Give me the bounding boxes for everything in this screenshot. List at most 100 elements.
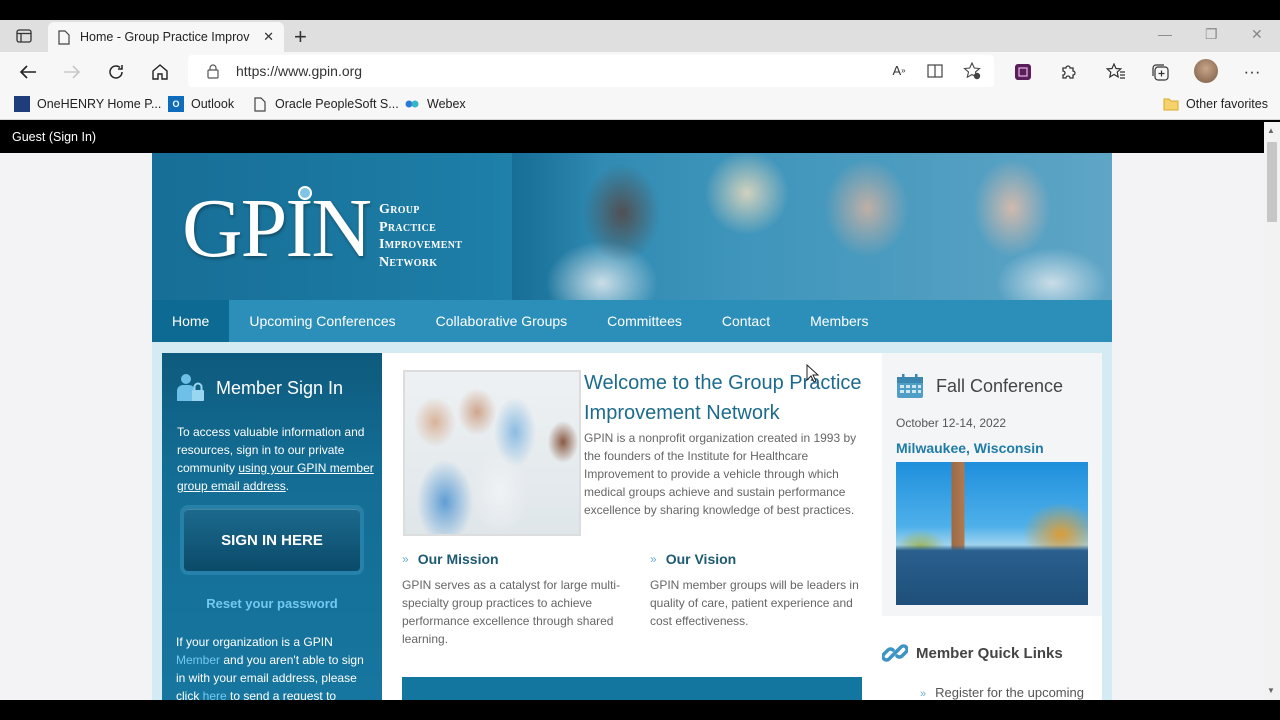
page-icon (58, 29, 70, 45)
navigation-bar: https://www.gpin.org A» ··· (0, 52, 1280, 90)
bookmark-label: Webex (427, 97, 466, 111)
conference-location-link[interactable]: Milwaukee, Wisconsin (896, 440, 1044, 456)
tab-title: Home - Group Practice Improve (80, 30, 250, 44)
mouse-cursor (806, 363, 820, 389)
other-favorites[interactable]: Other favorites (1163, 96, 1268, 112)
forward-icon[interactable] (61, 61, 83, 83)
quick-link-item[interactable]: » Register for the upcoming (920, 685, 1084, 700)
banner-photo (512, 153, 1112, 300)
member-lock-icon (177, 374, 204, 401)
medical-team-photo (403, 370, 581, 536)
url-text[interactable]: https://www.gpin.org (236, 63, 362, 79)
taskbar-edge (0, 700, 1280, 720)
close-window-button[interactable]: ✕ (1251, 26, 1263, 43)
member-quick-links: Member Quick Links » Register for the upc… (882, 616, 1102, 700)
conference-title: Fall Conference (936, 375, 1064, 396)
milwaukee-photo[interactable] (896, 462, 1088, 605)
blue-section-bar (402, 677, 862, 700)
bookmark-onehenry[interactable]: OneHENRY Home P... (14, 96, 161, 112)
note-text: If your organization is a GPIN (176, 635, 333, 649)
sign-in-title: Member Sign In (216, 377, 344, 398)
chevron-right-icon: » (650, 552, 657, 566)
page-viewport: Guest (Sign In) GPIN Group Practice Impr… (0, 122, 1264, 700)
menu-item-collaborative-groups[interactable]: Collaborative Groups (416, 300, 588, 342)
bookmark-label: OneHENRY Home P... (37, 97, 162, 111)
lock-icon[interactable] (206, 63, 220, 84)
here-link[interactable]: here (203, 689, 227, 700)
address-bar[interactable]: https://www.gpin.org A» (188, 55, 994, 87)
sign-in-header: Member Sign In (176, 373, 343, 403)
refresh-icon[interactable] (105, 61, 127, 83)
vision-title: Our Vision (665, 551, 737, 567)
welcome-text: GPIN is a nonprofit organization created… (584, 431, 857, 517)
restore-button[interactable]: ❐ (1205, 26, 1218, 43)
conference-header: Fall Conference (896, 373, 1063, 399)
menu-item-members[interactable]: Members (790, 300, 888, 342)
chevron-right-icon: » (920, 688, 927, 700)
member-link[interactable]: Member (176, 653, 220, 667)
sign-in-here-button[interactable]: SIGN IN HERE (184, 509, 360, 571)
menu-item-upcoming-conferences[interactable]: Upcoming Conferences (229, 300, 415, 342)
more-options-icon[interactable]: ··· (1241, 61, 1263, 83)
home-icon[interactable] (149, 61, 171, 83)
extensions-icon[interactable] (1057, 61, 1079, 83)
new-tab-button[interactable]: + (294, 24, 307, 50)
minimize-button[interactable]: — (1158, 26, 1172, 42)
quick-links-title: Member Quick Links (916, 644, 1063, 662)
reset-password-link[interactable]: Reset your password (162, 596, 382, 611)
bookmark-outlook[interactable]: O Outlook (168, 96, 234, 112)
link-icon (882, 644, 908, 662)
scrollbar-thumb[interactable] (1267, 142, 1277, 222)
member-sign-in-panel: Member Sign In To access valuable inform… (162, 353, 382, 700)
guest-bar: Guest (Sign In) (0, 122, 1264, 153)
bookmark-oracle-peoplesoft[interactable]: Oracle PeopleSoft S... (252, 96, 399, 112)
webex-icon (404, 96, 420, 112)
logo-line: Improvement (379, 237, 463, 252)
page-icon (252, 96, 268, 112)
browser-tab[interactable]: Home - Group Practice Improve ✕ (48, 22, 284, 52)
close-tab-icon[interactable]: ✕ (263, 29, 274, 45)
vision-text: GPIN member groups will be leaders in qu… (650, 578, 859, 628)
collections-icon[interactable] (1149, 61, 1171, 83)
vertical-scrollbar[interactable]: ▲ ▼ (1264, 122, 1280, 700)
favorites-icon[interactable] (1105, 61, 1127, 83)
scroll-up-arrow[interactable]: ▲ (1267, 126, 1275, 135)
logo-line: Network (379, 254, 438, 270)
folder-icon (1163, 96, 1179, 112)
favorites-bar: OneHENRY Home P... O Outlook Oracle Peop… (0, 90, 1280, 120)
read-aloud-icon[interactable]: A» (888, 59, 910, 81)
intro-end: . (285, 479, 290, 493)
tab-strip: Home - Group Practice Improve ✕ + — ❐ ✕ (0, 20, 1280, 52)
immersive-reader-icon[interactable] (925, 60, 947, 82)
chevron-right-icon: » (402, 552, 409, 566)
tab-actions-icon (16, 29, 32, 43)
main-menu: Home Upcoming Conferences Collaborative … (152, 300, 1112, 342)
logo-line: Group (379, 202, 420, 217)
welcome-section: Welcome to the Group Practice Improvemen… (382, 353, 882, 700)
tab-actions-button[interactable] (14, 27, 34, 45)
outlook-icon: O (168, 96, 184, 112)
logo[interactable]: GPIN (182, 187, 372, 271)
quick-links-header: Member Quick Links (882, 640, 1063, 666)
note-text: to send a request to (226, 689, 337, 700)
profile-avatar[interactable] (1194, 59, 1218, 83)
bookmark-webex[interactable]: Webex (404, 96, 466, 112)
onehenry-icon (14, 96, 30, 112)
menu-item-home[interactable]: Home (152, 300, 230, 342)
add-favorite-icon[interactable] (961, 60, 983, 82)
bookmark-label: Outlook (191, 97, 235, 111)
guest-sign-in-link[interactable]: Guest (Sign In) (12, 130, 96, 144)
extension-onenote-icon[interactable] (1012, 61, 1034, 83)
member-note: If your organization is a GPIN Member an… (176, 633, 376, 700)
logo-line: Practice (379, 219, 437, 235)
logo-dot (298, 186, 312, 200)
scroll-down-arrow[interactable]: ▼ (1267, 686, 1275, 695)
menu-item-committees[interactable]: Committees (587, 300, 702, 342)
our-mission-heading: » Our Mission (402, 551, 499, 567)
welcome-title: Welcome to the Group Practice Improvemen… (584, 372, 862, 424)
mission-title: Our Mission (417, 551, 499, 567)
back-icon[interactable] (17, 61, 39, 83)
menu-item-contact[interactable]: Contact (702, 300, 790, 342)
quick-link-label: Register for the upcoming (935, 685, 1084, 700)
our-vision-heading: » Our Vision (650, 551, 736, 567)
